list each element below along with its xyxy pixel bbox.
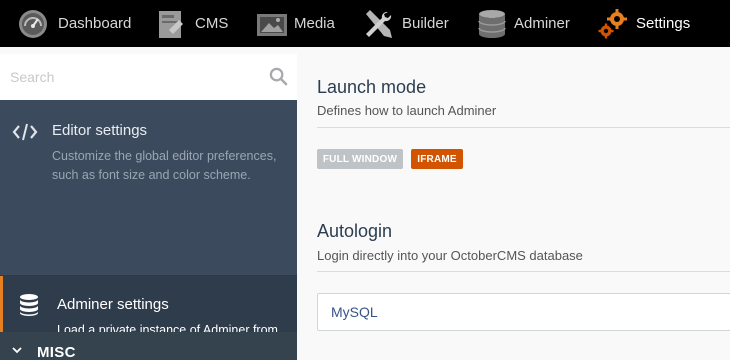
sidebar-group-label: MISC [37, 344, 76, 360]
divider [317, 127, 730, 128]
settings-sidebar: Editor settings Customize the global edi… [0, 54, 297, 360]
nav-builder[interactable]: Builder [362, 0, 449, 47]
nav-dashboard[interactable]: Dashboard [17, 0, 131, 47]
adminer-database-icon [478, 9, 506, 38]
nav-media[interactable]: Media [256, 0, 335, 47]
sidebar-item-title: Adminer settings [57, 296, 169, 313]
top-navigation: Dashboard CMS Media Builder Adminer Sett… [0, 0, 730, 47]
nav-adminer[interactable]: Adminer [476, 0, 570, 47]
cms-document-icon [159, 10, 183, 38]
nav-cms[interactable]: CMS [155, 0, 228, 47]
nav-adminer-label: Adminer [514, 15, 570, 32]
launch-mode-description: Defines how to launch Adminer [317, 103, 497, 118]
autologin-select-value: MySQL [331, 304, 378, 320]
launch-mode-title: Launch mode [317, 77, 427, 97]
sidebar-item-editor-settings[interactable]: Editor settings Customize the global edi… [0, 100, 297, 276]
nav-cms-label: CMS [195, 15, 229, 32]
media-image-icon [257, 13, 287, 36]
chevron-down-icon [12, 347, 22, 354]
autologin-select[interactable]: MySQL [317, 293, 730, 331]
main-content: Launch mode Defines how to launch Admine… [297, 47, 730, 360]
nav-media-label: Media [294, 15, 335, 32]
sidebar-group-misc[interactable]: MISC [0, 332, 297, 360]
database-icon [20, 294, 38, 316]
dashboard-gauge-icon [19, 9, 47, 38]
sidebar-search [0, 54, 297, 100]
iframe-button[interactable]: IFRAME [411, 149, 463, 169]
settings-gears-icon [598, 8, 627, 38]
sidebar-item-title: Editor settings [52, 122, 148, 139]
nav-settings-label: Settings [636, 15, 691, 32]
code-icon [12, 123, 38, 141]
nav-builder-label: Builder [402, 15, 449, 32]
nav-settings[interactable]: Settings [597, 0, 690, 47]
autologin-description: Login directly into your OctoberCMS data… [317, 248, 583, 263]
sidebar-item-description: Customize the global editor preferences,… [52, 149, 277, 182]
nav-dashboard-label: Dashboard [58, 15, 132, 32]
search-input[interactable] [0, 54, 297, 100]
builder-tools-icon [366, 9, 392, 38]
autologin-title: Autologin [317, 221, 393, 241]
divider [317, 271, 730, 272]
full-window-button[interactable]: FULL WINDOW [317, 149, 403, 169]
search-icon[interactable] [269, 67, 288, 86]
